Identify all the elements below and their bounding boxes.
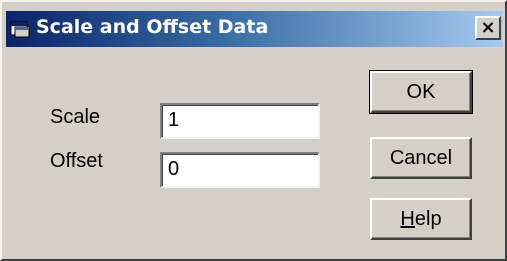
offset-input[interactable]: 0 — [160, 152, 320, 188]
help-accelerator: H — [400, 208, 415, 230]
dialog-window: Scale and Offset Data × Scale 1 Offset 0… — [0, 0, 507, 261]
window-title: Scale and Offset Data — [36, 16, 269, 38]
scale-label: Scale — [50, 106, 101, 128]
dialog-window-icon — [10, 21, 30, 38]
ok-button[interactable]: OK — [369, 70, 473, 114]
help-label: elp — [414, 208, 442, 230]
title-bar[interactable]: Scale and Offset Data × — [6, 11, 503, 47]
close-button[interactable]: × — [475, 16, 501, 40]
cancel-button[interactable]: Cancel — [370, 137, 472, 179]
scale-input[interactable]: 1 — [160, 103, 320, 139]
offset-label: Offset — [50, 150, 103, 172]
help-button[interactable]: Help — [370, 198, 472, 240]
close-icon: × — [480, 17, 496, 38]
